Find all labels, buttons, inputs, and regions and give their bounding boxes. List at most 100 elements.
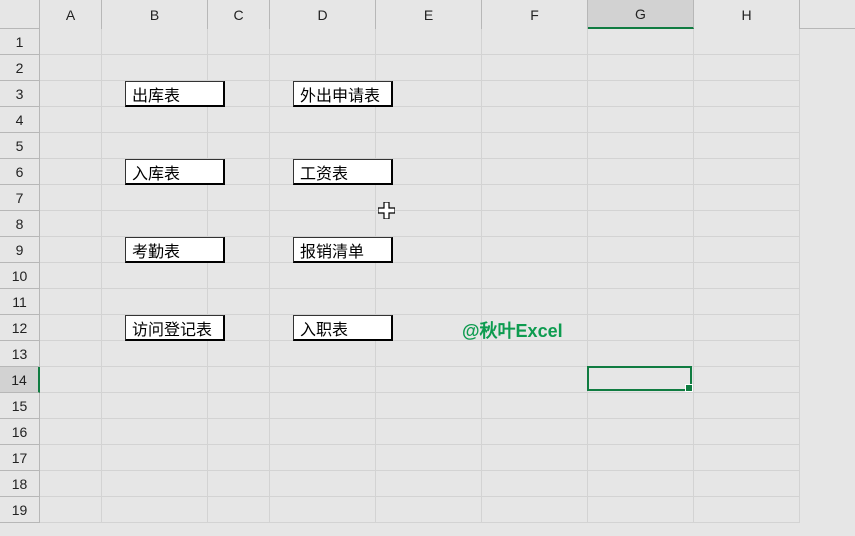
cell-A11[interactable]: [40, 289, 102, 315]
row-header-13[interactable]: 13: [0, 341, 40, 367]
cell-G11[interactable]: [588, 289, 694, 315]
row-header-8[interactable]: 8: [0, 211, 40, 237]
cell-F6[interactable]: [482, 159, 588, 185]
cell-G6[interactable]: [588, 159, 694, 185]
cell-D16[interactable]: [270, 419, 376, 445]
cell-H7[interactable]: [694, 185, 800, 211]
cell-G13[interactable]: [588, 341, 694, 367]
row-header-6[interactable]: 6: [0, 159, 40, 185]
cell-H4[interactable]: [694, 107, 800, 133]
row-header-16[interactable]: 16: [0, 419, 40, 445]
cell-A14[interactable]: [40, 367, 102, 393]
cell-A5[interactable]: [40, 133, 102, 159]
cell-B7[interactable]: [102, 185, 208, 211]
cell-A4[interactable]: [40, 107, 102, 133]
cell-D14[interactable]: [270, 367, 376, 393]
cell-A19[interactable]: [40, 497, 102, 523]
cell-H5[interactable]: [694, 133, 800, 159]
cell-F16[interactable]: [482, 419, 588, 445]
cell-F11[interactable]: [482, 289, 588, 315]
cell-F18[interactable]: [482, 471, 588, 497]
row-header-19[interactable]: 19: [0, 497, 40, 523]
cell-H17[interactable]: [694, 445, 800, 471]
cell-B18[interactable]: [102, 471, 208, 497]
cell-D10[interactable]: [270, 263, 376, 289]
cell-A8[interactable]: [40, 211, 102, 237]
cell-F14[interactable]: [482, 367, 588, 393]
cell-D18[interactable]: [270, 471, 376, 497]
cell-F9[interactable]: [482, 237, 588, 263]
cell-F1[interactable]: [482, 29, 588, 55]
select-all-corner[interactable]: [0, 0, 40, 29]
cell-G8[interactable]: [588, 211, 694, 237]
cell-A15[interactable]: [40, 393, 102, 419]
sheet-button-7[interactable]: 入职表: [293, 315, 393, 341]
cell-G17[interactable]: [588, 445, 694, 471]
cell-F10[interactable]: [482, 263, 588, 289]
cell-C8[interactable]: [208, 211, 270, 237]
cell-F4[interactable]: [482, 107, 588, 133]
row-header-1[interactable]: 1: [0, 29, 40, 55]
cell-B8[interactable]: [102, 211, 208, 237]
column-header-H[interactable]: H: [694, 0, 800, 29]
cell-G18[interactable]: [588, 471, 694, 497]
cell-A13[interactable]: [40, 341, 102, 367]
cell-E2[interactable]: [376, 55, 482, 81]
cell-E10[interactable]: [376, 263, 482, 289]
cell-D19[interactable]: [270, 497, 376, 523]
cell-B17[interactable]: [102, 445, 208, 471]
cell-G16[interactable]: [588, 419, 694, 445]
cell-E5[interactable]: [376, 133, 482, 159]
sheet-button-2[interactable]: 入库表: [125, 159, 225, 185]
row-header-3[interactable]: 3: [0, 81, 40, 107]
cell-H18[interactable]: [694, 471, 800, 497]
cell-B2[interactable]: [102, 55, 208, 81]
cell-B4[interactable]: [102, 107, 208, 133]
cell-B1[interactable]: [102, 29, 208, 55]
cell-F3[interactable]: [482, 81, 588, 107]
cell-H1[interactable]: [694, 29, 800, 55]
cell-E4[interactable]: [376, 107, 482, 133]
cell-G3[interactable]: [588, 81, 694, 107]
column-header-E[interactable]: E: [376, 0, 482, 29]
cell-F13[interactable]: [482, 341, 588, 367]
row-header-10[interactable]: 10: [0, 263, 40, 289]
cell-C1[interactable]: [208, 29, 270, 55]
cell-B14[interactable]: [102, 367, 208, 393]
cell-G14[interactable]: [588, 367, 694, 393]
cell-H16[interactable]: [694, 419, 800, 445]
cell-F17[interactable]: [482, 445, 588, 471]
cell-D13[interactable]: [270, 341, 376, 367]
cell-C14[interactable]: [208, 367, 270, 393]
cell-H10[interactable]: [694, 263, 800, 289]
cell-G9[interactable]: [588, 237, 694, 263]
cell-D8[interactable]: [270, 211, 376, 237]
sheet-button-4[interactable]: 考勤表: [125, 237, 225, 263]
cell-A18[interactable]: [40, 471, 102, 497]
cell-G2[interactable]: [588, 55, 694, 81]
cell-C2[interactable]: [208, 55, 270, 81]
cell-C16[interactable]: [208, 419, 270, 445]
cell-C5[interactable]: [208, 133, 270, 159]
cell-F2[interactable]: [482, 55, 588, 81]
cell-B16[interactable]: [102, 419, 208, 445]
cell-H9[interactable]: [694, 237, 800, 263]
cell-B19[interactable]: [102, 497, 208, 523]
cell-A7[interactable]: [40, 185, 102, 211]
cell-A10[interactable]: [40, 263, 102, 289]
cell-A6[interactable]: [40, 159, 102, 185]
cell-F8[interactable]: [482, 211, 588, 237]
column-header-C[interactable]: C: [208, 0, 270, 29]
cell-C10[interactable]: [208, 263, 270, 289]
cell-G12[interactable]: [588, 315, 694, 341]
cell-B13[interactable]: [102, 341, 208, 367]
cell-D11[interactable]: [270, 289, 376, 315]
column-header-A[interactable]: A: [40, 0, 102, 29]
cell-E19[interactable]: [376, 497, 482, 523]
cell-G1[interactable]: [588, 29, 694, 55]
cell-A12[interactable]: [40, 315, 102, 341]
column-header-D[interactable]: D: [270, 0, 376, 29]
cell-G5[interactable]: [588, 133, 694, 159]
cell-G15[interactable]: [588, 393, 694, 419]
column-header-F[interactable]: F: [482, 0, 588, 29]
